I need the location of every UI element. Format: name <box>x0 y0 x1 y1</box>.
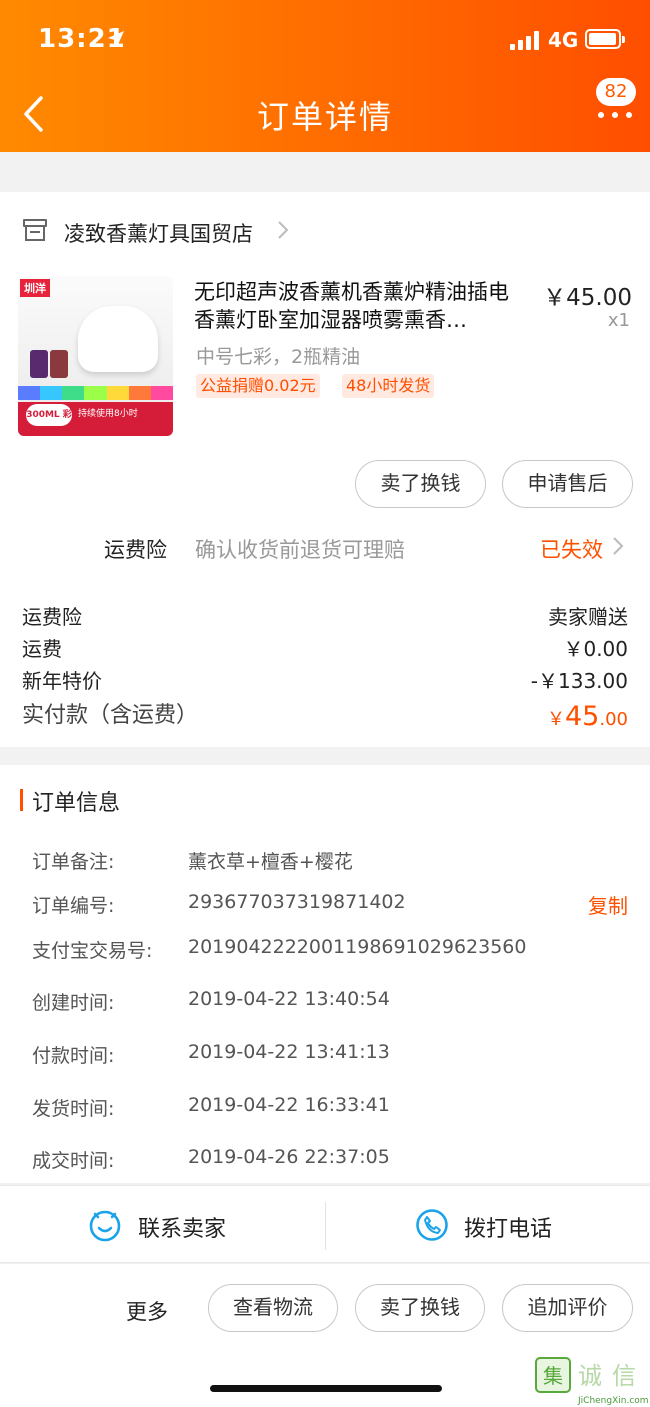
view-logistics-button[interactable]: 查看物流 <box>208 1284 338 1332</box>
store-icon <box>23 219 47 241</box>
svg-text:诚: 诚 <box>578 1362 602 1390</box>
info-row-alipay-no: 支付宝交易号: 2019042222001198691029623560 <box>32 936 632 963</box>
fee-row-discount: 新年特价 -￥133.00 <box>22 665 628 694</box>
info-value: 2019-04-22 16:33:41 <box>188 1094 390 1116</box>
section-accent-bar <box>20 789 23 811</box>
oil-bottle-shape <box>30 350 48 378</box>
more-dots-icon <box>596 112 636 120</box>
insurance-desc: 确认收货前退货可理赔 <box>195 538 405 562</box>
info-value: 2019042222001198691029623560 <box>188 936 527 958</box>
fee-label: 运费险 <box>22 605 82 629</box>
info-value: 293677037319871402 <box>188 891 406 913</box>
contact-seller-button[interactable]: 联系卖家 <box>0 1186 325 1264</box>
total-int: 45 <box>565 701 600 732</box>
info-row-order-no: 订单编号: 293677037319871402 <box>32 891 632 918</box>
product-title[interactable]: 无印超声波香薰机香薰炉精油插电香薰灯卧室加湿器喷雾熏香… <box>194 278 524 334</box>
after-sale-button[interactable]: 申请售后 <box>502 460 633 508</box>
phone-icon <box>416 1209 448 1241</box>
contact-bar: 联系卖家 拨打电话 <box>0 1185 650 1263</box>
info-label: 付款时间: <box>32 1045 115 1067</box>
insurance-label: 运费险 <box>104 538 167 562</box>
order-card: 凌致香薰灯具国贸店 圳洋 300ML 彩灯 持续使用8小时 无印超声波香薰机香薰… <box>0 192 650 747</box>
info-value: 2019-04-26 22:37:05 <box>188 1146 390 1168</box>
info-label: 成交时间: <box>32 1150 115 1172</box>
copy-button[interactable]: 复制 <box>588 890 628 919</box>
call-button[interactable]: 拨打电话 <box>325 1186 650 1264</box>
info-row-note: 订单备注: 薰衣草+檀香+樱花 <box>32 847 632 874</box>
info-row-shipped: 发货时间: 2019-04-22 16:33:41 <box>32 1094 632 1121</box>
oil-bottle-shape <box>50 350 68 378</box>
info-value: 2019-04-22 13:41:13 <box>188 1041 390 1063</box>
info-value: 2019-04-22 13:40:54 <box>188 988 390 1010</box>
contact-seller-label: 联系卖家 <box>138 1217 227 1242</box>
total-dec: .00 <box>599 709 628 730</box>
product-image-note: 持续使用8小时 <box>78 409 138 419</box>
diffuser-shape <box>78 306 158 372</box>
app-header: 13:21 4G 订单详情 82 <box>0 0 650 152</box>
product-sku: 中号七彩，2瓶精油 <box>196 346 361 368</box>
fee-value: -￥133.00 <box>530 669 628 693</box>
call-label: 拨打电话 <box>464 1217 553 1242</box>
info-row-completed: 成交时间: 2019-04-26 22:37:05 <box>32 1146 632 1173</box>
sell-button[interactable]: 卖了换钱 <box>355 460 486 508</box>
product-qty: x1 <box>607 310 630 331</box>
fee-row-shipping: 运费 ￥0.00 <box>22 633 628 662</box>
info-row-created: 创建时间: 2019-04-22 13:40:54 <box>32 988 632 1015</box>
section-title: 订单信息 <box>32 791 121 816</box>
shipping-tag: 48小时发货 <box>342 374 435 398</box>
watermark-text: JiChengXin.com <box>578 1396 649 1406</box>
more-menu-button[interactable]: 82 <box>590 78 640 138</box>
chat-smile-icon <box>89 1210 121 1242</box>
fee-label: 新年特价 <box>22 669 102 693</box>
color-strip <box>18 386 173 400</box>
product-price: ￥45.00 <box>543 285 632 311</box>
page-title: 订单详情 <box>256 98 393 136</box>
svg-text:集: 集 <box>543 1364 563 1388</box>
notification-badge: 82 <box>596 78 636 106</box>
info-label: 订单备注: <box>32 851 115 873</box>
location-arrow-icon <box>108 31 124 47</box>
network-type: 4G <box>548 28 579 52</box>
chevron-right-icon[interactable] <box>612 536 624 556</box>
info-value: 薰衣草+檀香+樱花 <box>188 851 353 873</box>
info-label: 订单编号: <box>32 895 115 917</box>
fee-row-insurance: 运费险 卖家赠送 <box>22 601 628 630</box>
signal-icon <box>510 30 540 50</box>
info-label: 支付宝交易号: <box>32 940 153 962</box>
product-image-badge: 300ML 彩灯 <box>26 404 72 436</box>
info-label: 创建时间: <box>32 992 115 1014</box>
home-indicator[interactable] <box>210 1385 442 1392</box>
fee-value: ￥0.00 <box>563 637 628 661</box>
product-image-brand: 圳洋 <box>20 279 50 297</box>
insurance-status[interactable]: 已失效 <box>540 534 603 564</box>
store-name[interactable]: 凌致香薰灯具国贸店 <box>64 218 253 248</box>
info-label: 发货时间: <box>32 1098 115 1120</box>
total-row: 实付款（含运费） ￥45.00 <box>22 697 628 732</box>
more-label[interactable]: 更多 <box>126 1296 168 1326</box>
total-currency: ￥ <box>547 709 565 730</box>
fee-label: 运费 <box>22 637 62 661</box>
add-review-button[interactable]: 追加评价 <box>502 1284 633 1332</box>
order-info-card: 订单信息 订单备注: 薰衣草+檀香+樱花 订单编号: 2936770373198… <box>0 765 650 1183</box>
total-label: 实付款（含运费） <box>22 703 199 728</box>
total-value: ￥45.00 <box>547 701 628 732</box>
promo-tag: 公益捐赠0.02元 <box>196 374 320 398</box>
product-image[interactable]: 圳洋 300ML 彩灯 持续使用8小时 <box>18 276 173 436</box>
battery-icon <box>585 29 625 49</box>
chevron-right-icon[interactable] <box>277 220 289 240</box>
sell-button[interactable]: 卖了换钱 <box>355 1284 485 1332</box>
fee-value: 卖家赠送 <box>548 605 628 629</box>
info-row-paid: 付款时间: 2019-04-22 13:41:13 <box>32 1041 632 1068</box>
svg-text:信: 信 <box>612 1362 636 1390</box>
